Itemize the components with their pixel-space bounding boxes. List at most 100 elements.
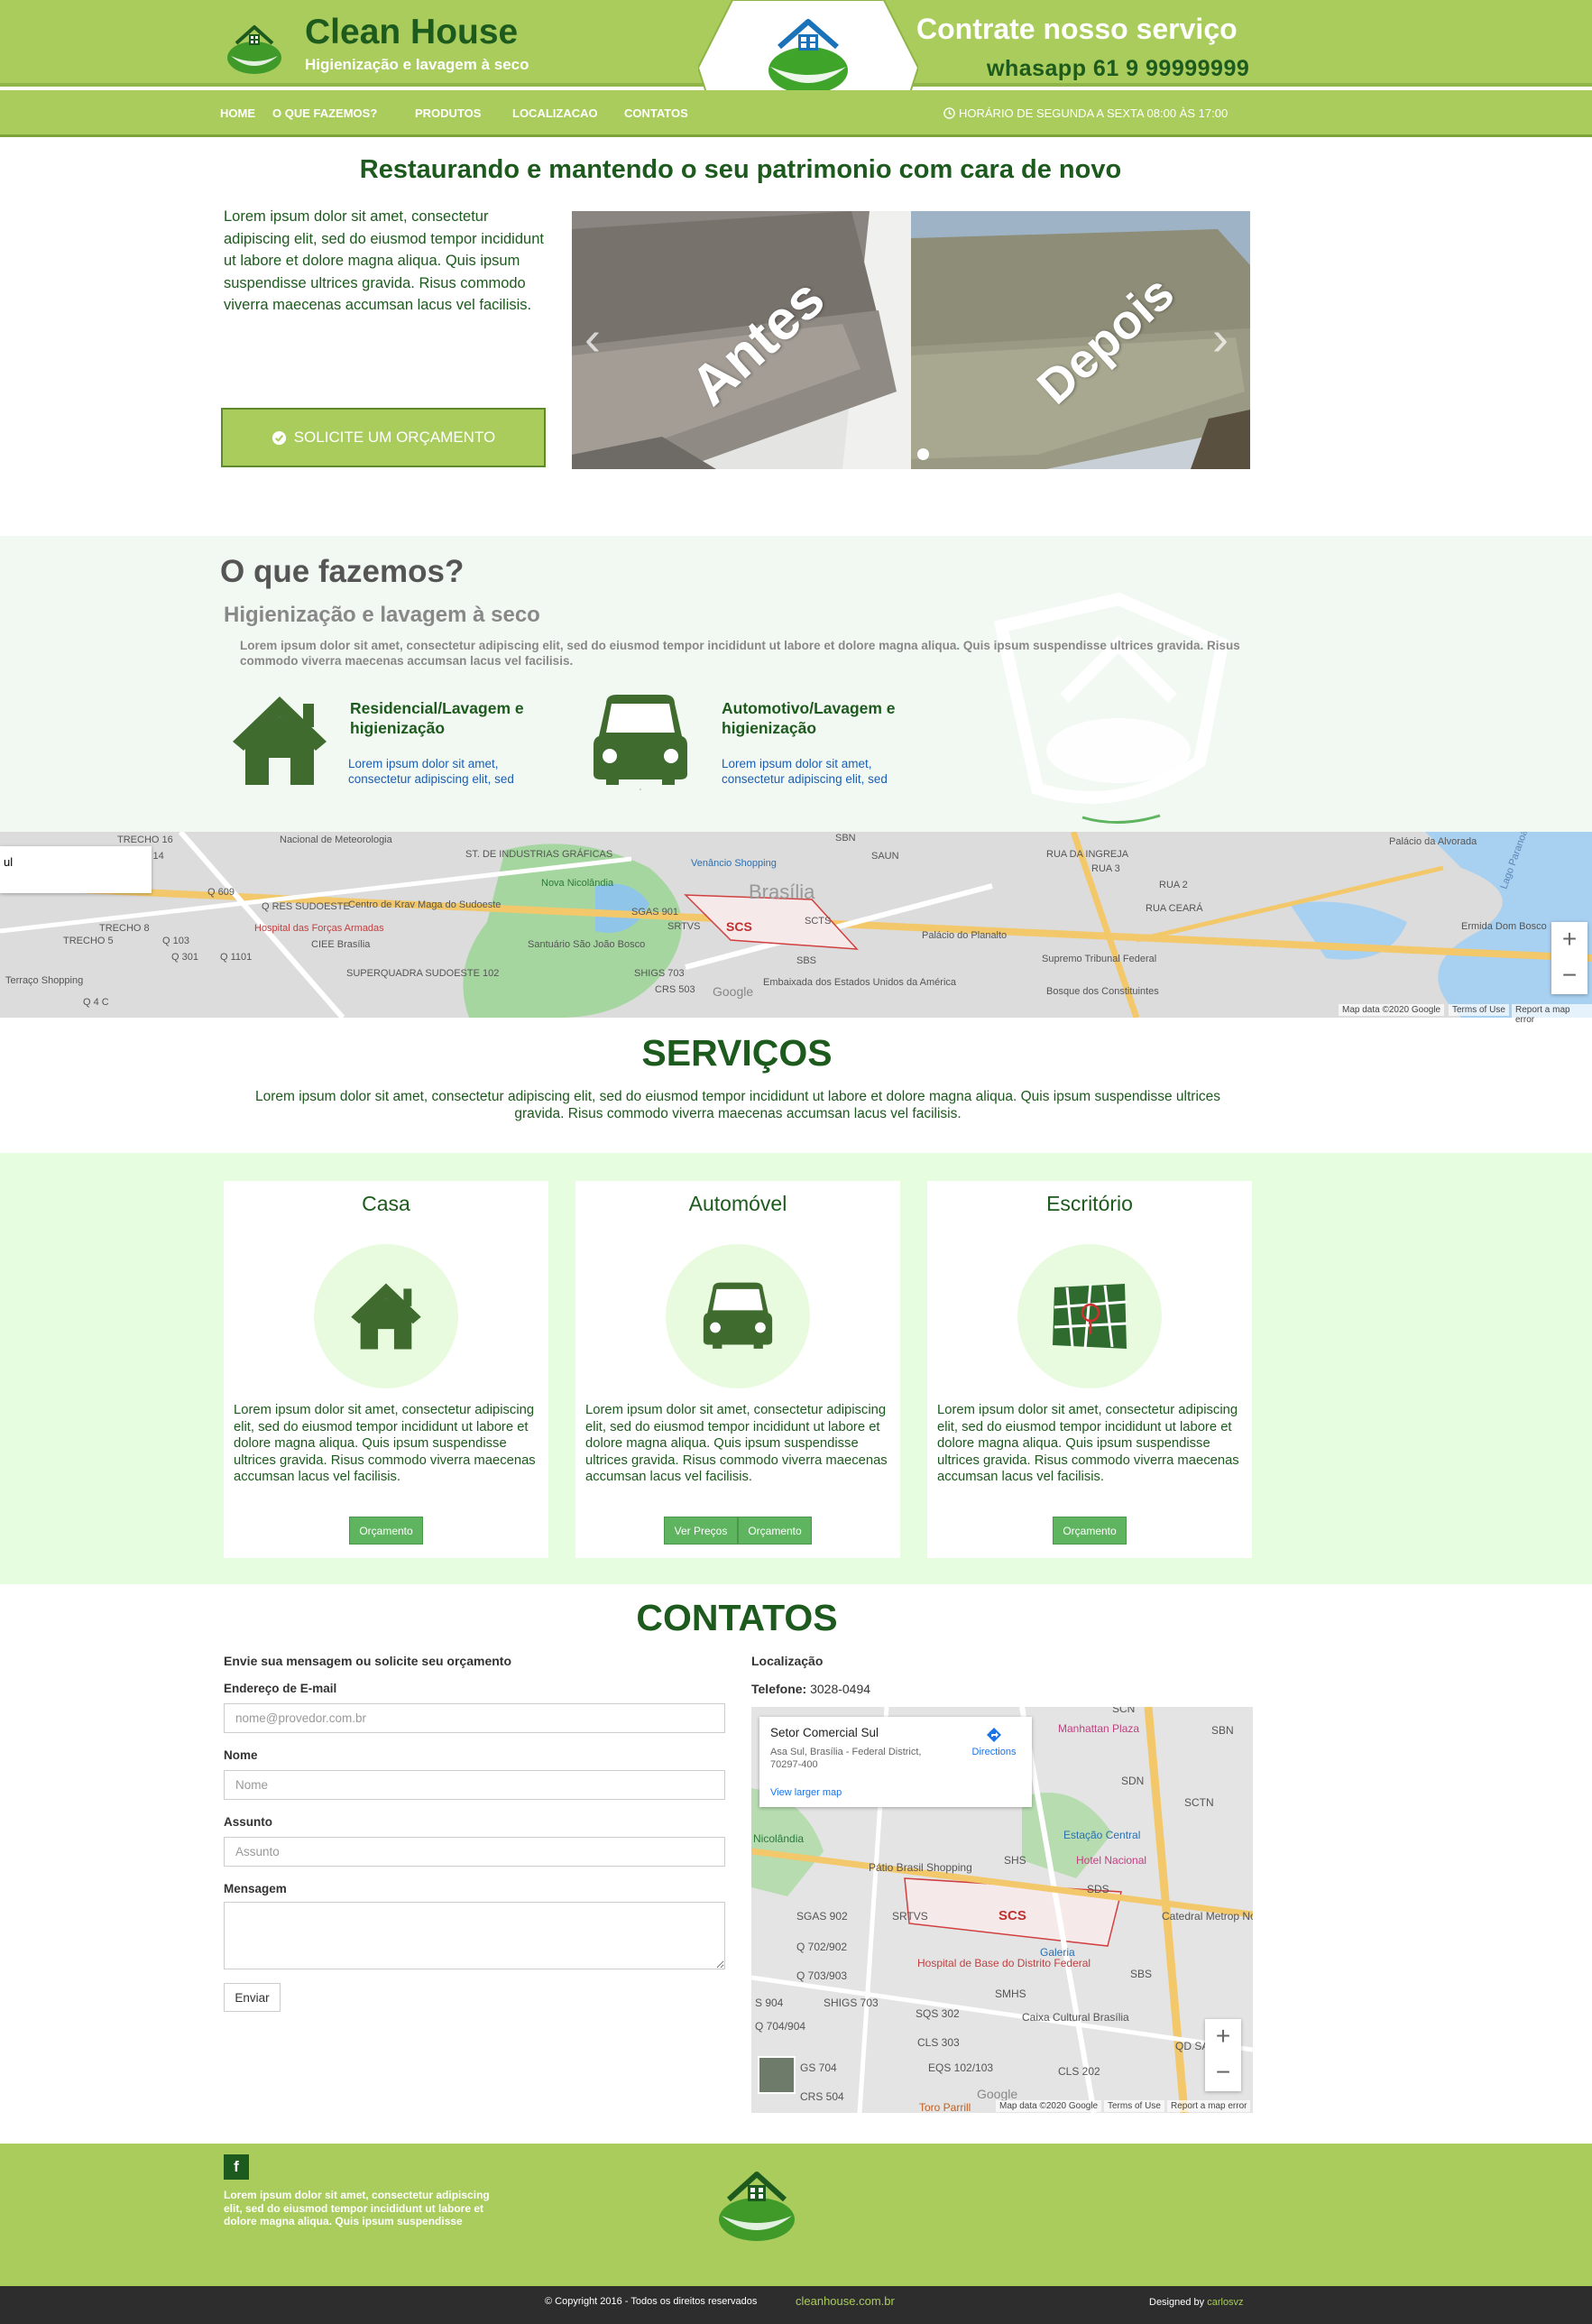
map1-label: SHIGS 703 <box>634 968 685 979</box>
map2-label: SCTN <box>1184 1796 1214 1809</box>
map2-label: Hotel Nacional <box>1076 1854 1146 1867</box>
map1-label: Nacional de Meteorologia <box>280 835 393 845</box>
map-report-link[interactable]: Report a map error <box>1512 1004 1592 1026</box>
map2-label: Estação Central <box>1063 1829 1140 1841</box>
card-title: Automóvel <box>688 1192 787 1215</box>
map-tiles: TRECHO 16 HO 14 Nacional de Meteorologia… <box>0 832 1592 1018</box>
map1-label: SCTS <box>805 916 831 927</box>
zoom-in-button[interactable]: + <box>1205 2019 1241 2055</box>
request-quote-button[interactable]: SOLICITE UM ORÇAMENTO <box>221 408 546 467</box>
brand-name[interactable]: Clean House <box>305 13 518 52</box>
service-card-automovel: Automóvel Lorem ipsum dolor sit amet, co… <box>575 1181 900 1558</box>
map-terms-link[interactable]: Terms of Use <box>1449 1004 1509 1016</box>
map2-label: SQS 302 <box>916 2007 960 2020</box>
car-icon <box>703 1282 773 1349</box>
name-field[interactable] <box>224 1770 725 1800</box>
quote-button[interactable]: Orçamento <box>1053 1517 1127 1545</box>
map2-label: Q 702/902 <box>796 1941 847 1953</box>
location-map-wide[interactable]: TRECHO 16 HO 14 Nacional de Meteorologia… <box>0 832 1592 1018</box>
message-field[interactable] <box>224 1902 725 1969</box>
nav-home[interactable]: HOME <box>220 106 255 120</box>
brand-tagline: Higienização e lavagem à seco <box>305 56 529 73</box>
residential-title: Residencial/Lavagem e higienização <box>350 699 524 737</box>
name-label: Nome <box>224 1748 258 1762</box>
map2-label: CLS 202 <box>1058 2065 1100 2078</box>
map1-label: RUA CEARÁ <box>1146 902 1203 914</box>
subject-field[interactable] <box>224 1837 725 1867</box>
map-report-link[interactable]: Report a map error <box>1167 2100 1251 2112</box>
card-icon-circle <box>314 1244 458 1388</box>
quote-button[interactable]: Orçamento <box>349 1517 423 1545</box>
phone-label: Telefone: <box>751 1682 807 1696</box>
map1-label: Q 609 <box>207 887 235 898</box>
slide-after: Depois <box>911 211 1250 469</box>
map2-label: SHS <box>1004 1854 1026 1867</box>
before-after-carousel[interactable]: Antes Depois ‹ › <box>572 211 1250 469</box>
map1-label: Supremo Tribunal Federal <box>1042 954 1156 964</box>
map-zoom-control: + − <box>1205 2019 1241 2091</box>
map2-label: Nicolândia <box>753 1832 804 1845</box>
map1-label: Ermida Dom Bosco <box>1461 921 1547 932</box>
clock-icon <box>943 107 955 119</box>
map2-label: S 904 <box>755 1997 784 2009</box>
map1-label: Google <box>713 984 753 999</box>
map1-label: Palácio do Planalto <box>922 930 1007 941</box>
directions-button[interactable]: Directions <box>965 1726 1023 1757</box>
map2-label: Q 703/903 <box>796 1969 847 1982</box>
whatsapp-phone[interactable]: whasapp 61 9 99999999 <box>987 56 1249 82</box>
card-text: Lorem ipsum dolor sit amet, consectetur … <box>585 1403 888 1484</box>
nav-o-que-fazemos[interactable]: O QUE FAZEMOS? <box>272 106 377 120</box>
map1-label: TRECHO 16 <box>117 835 173 845</box>
map1-label: RUA 2 <box>1159 880 1188 890</box>
email-field[interactable] <box>224 1703 725 1733</box>
zoom-out-button[interactable]: − <box>1551 958 1587 994</box>
map-terms-link[interactable]: Terms of Use <box>1104 2100 1164 2112</box>
chevron-left-icon[interactable]: ‹ <box>584 310 601 366</box>
map2-label: Hospital de Base do Distrito Federal <box>917 1957 1090 1969</box>
what-we-do-subtitle: Higienização e lavagem à seco <box>224 603 540 627</box>
contacts-title: CONTATOS <box>636 1597 838 1638</box>
nav-produtos[interactable]: PRODUTOS <box>415 106 481 120</box>
car-icon <box>594 695 687 790</box>
zoom-in-button[interactable]: + <box>1551 922 1587 958</box>
map1-label: CIEE Brasília <box>311 939 371 950</box>
map2-label: SDS <box>1087 1883 1109 1895</box>
what-we-do-text: Lorem ipsum dolor sit amet, consectetur … <box>240 639 1240 668</box>
business-hours-text: HORÁRIO DE SEGUNDA A SEXTA 08:00 ÀS 17:0… <box>959 106 1229 120</box>
facebook-icon[interactable]: f <box>224 2154 249 2180</box>
residential-text: Lorem ipsum dolor sit amet, consectetur … <box>348 757 514 786</box>
chevron-right-icon[interactable]: › <box>1212 310 1229 366</box>
map2-label: SBS <box>1130 1968 1152 1980</box>
card-icon-circle <box>1017 1244 1162 1388</box>
map1-label: SAUN <box>871 851 899 862</box>
map2-label: SBN <box>1211 1724 1234 1737</box>
directions-icon <box>987 1728 1001 1742</box>
nav-contatos[interactable]: CONTATOS <box>624 106 688 120</box>
site-link[interactable]: cleanhouse.com.br <box>796 2294 895 2308</box>
message-label: Mensagem <box>224 1882 287 1895</box>
form-heading: Envie sua mensagem ou solicite seu orçam… <box>224 1654 511 1668</box>
place-title: Setor Comercial Sul <box>770 1726 879 1739</box>
quote-button[interactable]: Orçamento <box>738 1517 812 1545</box>
map1-label: TRECHO 8 <box>99 923 150 934</box>
send-button[interactable]: Enviar <box>224 1983 281 2012</box>
see-prices-button[interactable]: Ver Preços <box>664 1517 738 1545</box>
map1-label: Palácio da Alvorada <box>1389 836 1477 847</box>
nav-localizacao[interactable]: LOCALIZACAO <box>512 106 598 120</box>
directions-label: Directions <box>971 1747 1017 1757</box>
map2-label: Q 704/904 <box>755 2020 805 2033</box>
card-text: Lorem ipsum dolor sit amet, consectetur … <box>234 1403 536 1484</box>
view-larger-map-link[interactable]: View larger map <box>770 1787 842 1798</box>
map-data-credit: Map data ©2020 Google <box>1339 1004 1445 1016</box>
services-text: Lorem ipsum dolor sit amet, consectetur … <box>254 1089 1221 1121</box>
place-address: Asa Sul, Brasília - Federal District, 70… <box>770 1747 922 1770</box>
map1-label: Nova Nicolândia <box>541 878 614 889</box>
map1-label: Embaixada dos Estados Unidos da América <box>763 977 957 988</box>
carousel-indicator[interactable] <box>917 448 929 460</box>
map-info-panel: ul <box>0 846 152 893</box>
map2-label: SCS <box>998 1908 1026 1923</box>
designer-link[interactable]: carlosvz <box>1207 2297 1243 2308</box>
map2-label: Toro Parrill <box>919 2101 971 2113</box>
zoom-out-button[interactable]: − <box>1205 2055 1241 2091</box>
house-logo-icon <box>227 25 281 74</box>
